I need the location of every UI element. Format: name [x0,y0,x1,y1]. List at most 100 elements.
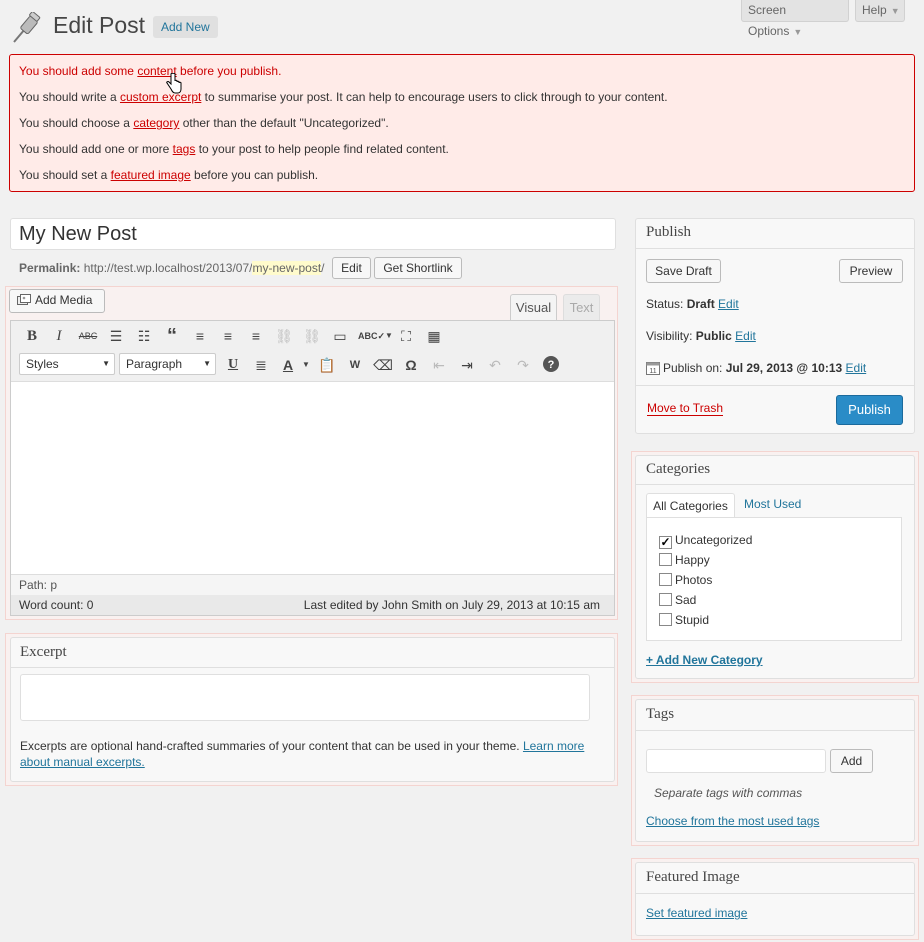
divider [636,893,914,894]
styles-select[interactable]: Styles ▼ [19,353,115,375]
preview-button[interactable]: Preview [839,259,903,283]
excerpt-heading: Excerpt [20,644,67,660]
post-title-input[interactable]: My New Post [10,218,616,250]
align-right-icon[interactable]: ≡ [246,326,266,346]
publish-date: 11 Publish on: Jul 29, 2013 @ 10:13 Edit [646,361,866,375]
publish-button[interactable]: Publish [836,395,903,425]
edit-visibility-link[interactable]: Edit [735,329,756,343]
indent-icon[interactable]: ⇥ [457,355,477,375]
page-title: Edit Post [53,12,146,38]
special-character-icon[interactable]: Ω [401,355,421,375]
chevron-down-icon: ▼ [890,6,900,16]
tab-most-used[interactable]: Most Used [744,497,801,511]
edit-permalink-button[interactable]: Edit [332,257,371,279]
set-featured-image-link[interactable]: Set featured image [646,906,747,920]
format-select[interactable]: Paragraph ▼ [119,353,216,375]
screen-options-tab[interactable]: Screen Options ▼ [741,0,849,38]
clear-formatting-icon[interactable]: ⌫ [373,355,393,375]
strikethrough-icon[interactable]: ABC [78,326,98,346]
category-checklist: ✓ Uncategorized Happy Photos Sad Stupid [646,517,902,641]
permalink-label: Permalink: [19,261,81,275]
insert-more-icon[interactable]: ▭ [330,326,350,346]
category-item[interactable]: Sad [659,593,696,607]
text-color-icon[interactable]: A [278,355,298,375]
last-edited: Last edited by John Smith on July 29, 20… [303,598,600,612]
add-tag-button[interactable]: Add [830,749,873,773]
category-label: Photos [675,573,713,587]
notice-text: other than the default "Uncategorized". [179,116,389,130]
chevron-down-icon[interactable]: ▼ [296,355,316,375]
undo-icon[interactable]: ↶ [485,355,505,375]
align-left-icon[interactable]: ≡ [190,326,210,346]
category-link[interactable]: category [133,116,179,130]
category-item[interactable]: Photos [659,573,712,587]
blockquote-icon[interactable]: “ [162,326,182,346]
italic-icon[interactable]: I [49,326,69,346]
permalink-end: / [321,261,325,275]
notice-text: You should set a [19,168,111,182]
bullet-list-icon[interactable]: ☰ [106,326,126,346]
editor-path: Path: p [11,574,614,595]
styles-select-value: Styles [26,357,59,371]
fullscreen-icon[interactable]: ⛶ [396,326,416,346]
move-to-trash-link[interactable]: Move to Trash [647,401,724,416]
svg-text:11: 11 [649,368,656,375]
visibility-label: Visibility: [646,329,696,343]
publish-on-label: Publish on: [663,361,726,375]
editor-status-bar: Word count: 0 Last edited by John Smith … [11,595,614,615]
notice-line-featured-image: You should set a featured image before y… [19,168,318,182]
bold-icon[interactable]: B [22,326,42,346]
insert-link-icon[interactable]: ⛓ [274,326,294,346]
kitchen-sink-icon[interactable]: ▦ [424,326,444,346]
featured-image-link[interactable]: featured image [111,168,191,182]
outdent-icon[interactable]: ⇤ [429,355,449,375]
help-icon[interactable]: ? [541,355,561,375]
tab-all-categories[interactable]: All Categories [646,493,735,518]
publish-on-value: Jul 29, 2013 @ 10:13 [725,361,843,375]
category-item[interactable]: Stupid [659,613,709,627]
tags-link[interactable]: tags [173,142,196,156]
notice-text: to your post to help people find related… [195,142,449,156]
tags-input[interactable] [646,749,826,773]
redo-icon[interactable]: ↷ [513,355,533,375]
notice-line-tags: You should add one or more tags to your … [19,142,449,156]
unlink-icon[interactable]: ⛓ [302,326,322,346]
add-media-button[interactable]: Add Media [9,289,105,313]
justify-icon[interactable]: ≣ [251,355,271,375]
save-draft-button[interactable]: Save Draft [646,259,721,283]
get-shortlink-button[interactable]: Get Shortlink [374,257,462,279]
add-new-category-link[interactable]: + Add New Category [646,653,763,667]
checkbox[interactable] [659,573,672,586]
align-center-icon[interactable]: ≡ [218,326,238,346]
permalink-slug[interactable]: my-new-post [252,261,322,275]
edit-status-link[interactable]: Edit [718,297,739,311]
underline-icon[interactable]: U [223,355,243,375]
checkbox-checked[interactable]: ✓ [659,536,672,549]
excerpt-textarea[interactable] [20,674,590,721]
add-media-icon [17,294,31,305]
editor-toolbar: B I ABC ☰ ☷ “ ≡ ≡ ≡ ⛓ ⛓ ▭ ABC✓ ▼ ⛶ ▦ Sty… [11,321,614,382]
chevron-down-icon: ▼ [203,359,211,368]
numbered-list-icon[interactable]: ☷ [134,326,154,346]
paste-word-icon[interactable]: W [345,355,365,375]
status-label: Status: [646,297,687,311]
spellcheck-icon[interactable]: ABC✓ [358,326,385,346]
edit-date-link[interactable]: Edit [846,361,867,375]
tab-visual[interactable]: Visual [510,294,557,321]
checkbox[interactable] [659,593,672,606]
checkbox[interactable] [659,553,672,566]
help-tab[interactable]: Help ▼ [855,0,905,22]
add-new-button[interactable]: Add New [153,16,218,38]
status-value: Draft [686,297,715,311]
choose-most-used-tags-link[interactable]: Choose from the most used tags [646,814,819,828]
paste-text-icon[interactable]: 📋 [317,355,337,375]
notice-text: You should choose a [19,116,134,130]
custom-excerpt-link[interactable]: custom excerpt [120,90,201,104]
notice-text: before you can publish. [190,168,319,182]
category-item[interactable]: Happy [659,553,710,567]
checkbox[interactable] [659,613,672,626]
excerpt-help-text: Excerpts are optional hand-crafted summa… [20,739,523,753]
publish-heading: Publish [646,224,692,240]
category-item[interactable]: ✓ Uncategorized [659,533,752,549]
tab-text[interactable]: Text [563,294,600,320]
